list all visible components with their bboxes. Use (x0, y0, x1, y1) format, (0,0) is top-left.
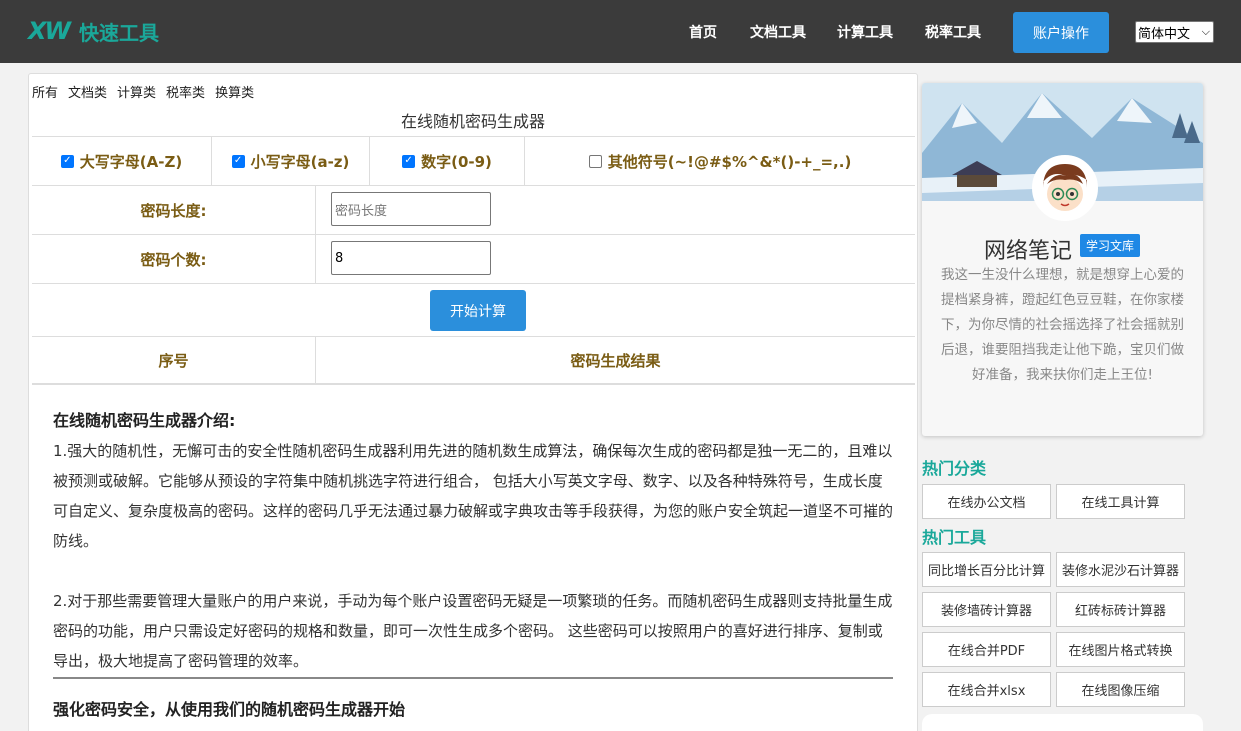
next-card-edge (922, 714, 1203, 731)
result-header-row: 序号 密码生成结果 (32, 336, 915, 385)
option-uppercase-label: 大写字母(A-Z) (79, 152, 183, 171)
category-convert[interactable]: 换算类 (215, 82, 254, 101)
hot-tool-item[interactable]: 同比增长百分比计算 (922, 552, 1051, 587)
hot-tool-item[interactable]: 红砖标砖计算器 (1056, 592, 1185, 627)
category-doc[interactable]: 文档类 (68, 82, 107, 101)
count-label: 密码个数: (32, 235, 316, 283)
category-calc[interactable]: 计算类 (117, 82, 156, 101)
intro-paragraph-2: 2.对于那些需要管理大量账户的用户来说，手动为每个账户设置密码无疑是一项繁琐的任… (53, 592, 893, 670)
nav-tax-tools[interactable]: 税率工具 (925, 22, 981, 42)
hot-tool-item[interactable]: 装修水泥沙石计算器 (1056, 552, 1185, 587)
intro-paragraph-1: 1.强大的随机性，无懈可击的安全性随机密码生成器利用先进的随机数生成算法，确保每… (53, 442, 894, 550)
option-digits[interactable]: ✓ 数字(0-9) (370, 137, 525, 185)
category-filter: 所有 文档类 计算类 税率类 换算类 (32, 82, 254, 101)
intro-subheading: 强化密码安全，从使用我们的随机密码生成器开始 (53, 700, 406, 719)
option-symbols-label: 其他符号(~!@#$%^&*()-+_=,.) (607, 152, 852, 171)
top-nav-bar: XW 快速工具 首页 文档工具 计算工具 税率工具 账户操作 简体中文 ⌵ (0, 0, 1241, 63)
hot-categories-title: 热门分类 (922, 459, 987, 478)
nav-calc-tools[interactable]: 计算工具 (837, 22, 893, 42)
category-all[interactable]: 所有 (32, 82, 58, 101)
checkbox-checked-icon[interactable]: ✓ (231, 154, 245, 168)
tool-introduction: 在线随机密码生成器介绍: 1.强大的随机性，无懈可击的安全性随机密码生成器利用先… (53, 408, 893, 725)
password-count-input[interactable]: 8 (331, 241, 491, 275)
hot-category-item[interactable]: 在线工具计算 (1056, 484, 1185, 519)
profile-description: 我这一生没什么理想，就是想穿上心爱的提档紧身裤，蹬起红色豆豆鞋，在你家楼下，为你… (941, 267, 1184, 383)
logo-text: 快速工具 (78, 20, 159, 45)
divider (53, 677, 893, 679)
tool-panel: 所有 文档类 计算类 税率类 换算类 在线随机密码生成器 ✓ 大写字母(A-Z)… (28, 73, 918, 731)
hot-tool-item[interactable]: 在线图像压缩 (1056, 672, 1185, 707)
column-result-header: 密码生成结果 (570, 351, 661, 370)
intro-heading: 在线随机密码生成器介绍: (53, 411, 236, 430)
profile-name: 网络笔记 (984, 239, 1073, 264)
checkbox-unchecked-icon[interactable] (588, 154, 602, 168)
nav-doc-tools[interactable]: 文档工具 (750, 22, 806, 42)
hot-tools-title: 热门工具 (922, 528, 987, 547)
hot-category-item[interactable]: 在线办公文档 (922, 484, 1051, 519)
option-lowercase-label: 小写字母(a-z) (250, 152, 350, 171)
start-calculate-button[interactable]: 开始计算 (430, 290, 526, 331)
option-lowercase[interactable]: ✓ 小写字母(a-z) (212, 137, 370, 185)
language-value: 简体中文 (1138, 26, 1191, 42)
chevron-down-icon: ⌵ (1201, 25, 1210, 38)
checkbox-checked-icon[interactable]: ✓ (402, 154, 416, 168)
category-tax[interactable]: 税率类 (166, 82, 205, 101)
site-logo[interactable]: XW 快速工具 (28, 16, 159, 46)
avatar-image (1035, 158, 1095, 218)
tool-title: 在线随机密码生成器 (400, 112, 545, 131)
password-length-input[interactable]: 密码长度 (331, 192, 491, 226)
option-uppercase[interactable]: ✓ 大写字母(A-Z) (32, 137, 212, 185)
hot-tool-item[interactable]: 装修墙砖计算器 (922, 592, 1051, 627)
nav-home[interactable]: 首页 (689, 22, 717, 42)
options-row: ✓ 大写字母(A-Z) ✓ 小写字母(a-z) ✓ 数字(0-9) 其他符号(~… (32, 136, 915, 185)
column-index-header: 序号 (32, 337, 316, 383)
hot-tool-item[interactable]: 在线合并xlsx (922, 672, 1051, 707)
profile-tag-badge[interactable]: 学习文库 (1080, 234, 1140, 257)
hot-tool-item[interactable]: 在线合并PDF (922, 632, 1051, 667)
checkbox-checked-icon[interactable]: ✓ (60, 154, 74, 168)
avatar[interactable] (1032, 155, 1098, 221)
option-symbols[interactable]: 其他符号(~!@#$%^&*()-+_=,.) (525, 137, 915, 185)
hot-tool-item[interactable]: 在线图片格式转换 (1056, 632, 1185, 667)
profile-card: 网络笔记 学习文库 我这一生没什么理想，就是想穿上心爱的提档紧身裤，蹬起红色豆豆… (922, 83, 1203, 436)
option-digits-label: 数字(0-9) (421, 152, 492, 171)
length-label: 密码长度: (32, 186, 316, 234)
language-select[interactable]: 简体中文 ⌵ (1135, 21, 1214, 43)
logo-mark: XW (28, 17, 71, 45)
account-button[interactable]: 账户操作 (1013, 12, 1109, 53)
